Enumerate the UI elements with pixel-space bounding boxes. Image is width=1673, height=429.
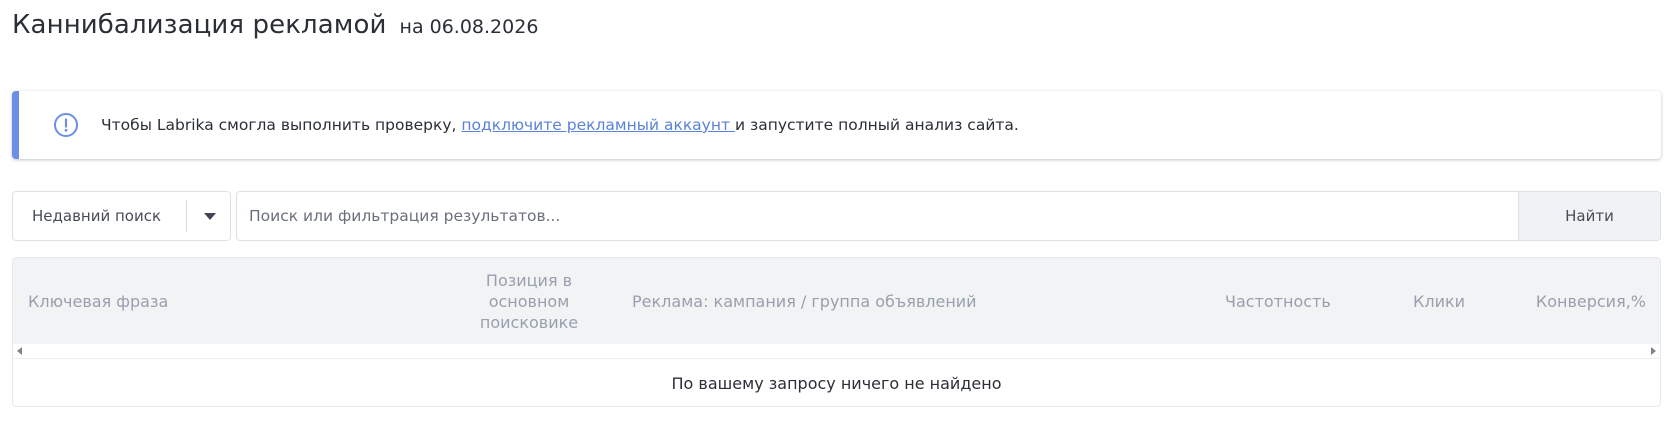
- search-input[interactable]: [237, 192, 1512, 240]
- horizontal-scrollbar[interactable]: [13, 344, 1660, 358]
- scroll-left-arrow-icon[interactable]: [17, 347, 22, 355]
- search-bar: Недавний поиск Найти: [12, 191, 1661, 241]
- connect-ad-account-link[interactable]: подключите рекламный аккаунт: [461, 116, 735, 134]
- scroll-track[interactable]: [27, 349, 1646, 353]
- results-table: Ключевая фраза Позиция в основном поиско…: [12, 257, 1661, 407]
- info-circle-icon: [54, 113, 78, 137]
- search-box: Найти: [236, 191, 1661, 241]
- info-alert: Чтобы Labrika смогла выполнить проверку,…: [12, 91, 1661, 159]
- report-date: на 06.08.2026: [399, 16, 539, 38]
- dropdown-divider: [186, 200, 187, 232]
- alert-text-after: и запустите полный анализ сайта.: [734, 116, 1019, 134]
- recent-search-label: Недавний поиск: [32, 207, 162, 225]
- page-header: Каннибализация рекламой на 06.08.2026: [12, 10, 538, 40]
- table-header: Ключевая фраза Позиция в основном поиско…: [13, 258, 1660, 344]
- recent-search-dropdown[interactable]: Недавний поиск: [12, 191, 231, 241]
- empty-results-message: По вашему запросу ничего не найдено: [13, 358, 1660, 406]
- column-header-position[interactable]: Позиция в основном поисковике: [461, 258, 597, 344]
- alert-message: Чтобы Labrika смогла выполнить проверку,…: [101, 116, 1019, 134]
- caret-down-icon[interactable]: [204, 213, 216, 220]
- page-title: Каннибализация рекламой: [12, 10, 387, 40]
- column-header-clicks[interactable]: Клики: [1413, 258, 1465, 344]
- find-button[interactable]: Найти: [1518, 192, 1660, 240]
- scroll-right-arrow-icon[interactable]: [1651, 347, 1656, 355]
- column-header-conversion[interactable]: Конверсия,%: [1536, 258, 1646, 344]
- column-header-keyword[interactable]: Ключевая фраза: [28, 258, 168, 344]
- column-header-frequency[interactable]: Частотность: [1225, 258, 1331, 344]
- alert-text-before: Чтобы Labrika смогла выполнить проверку,: [101, 116, 462, 134]
- column-header-ad-campaign[interactable]: Реклама: кампания / группа объявлений: [632, 258, 977, 344]
